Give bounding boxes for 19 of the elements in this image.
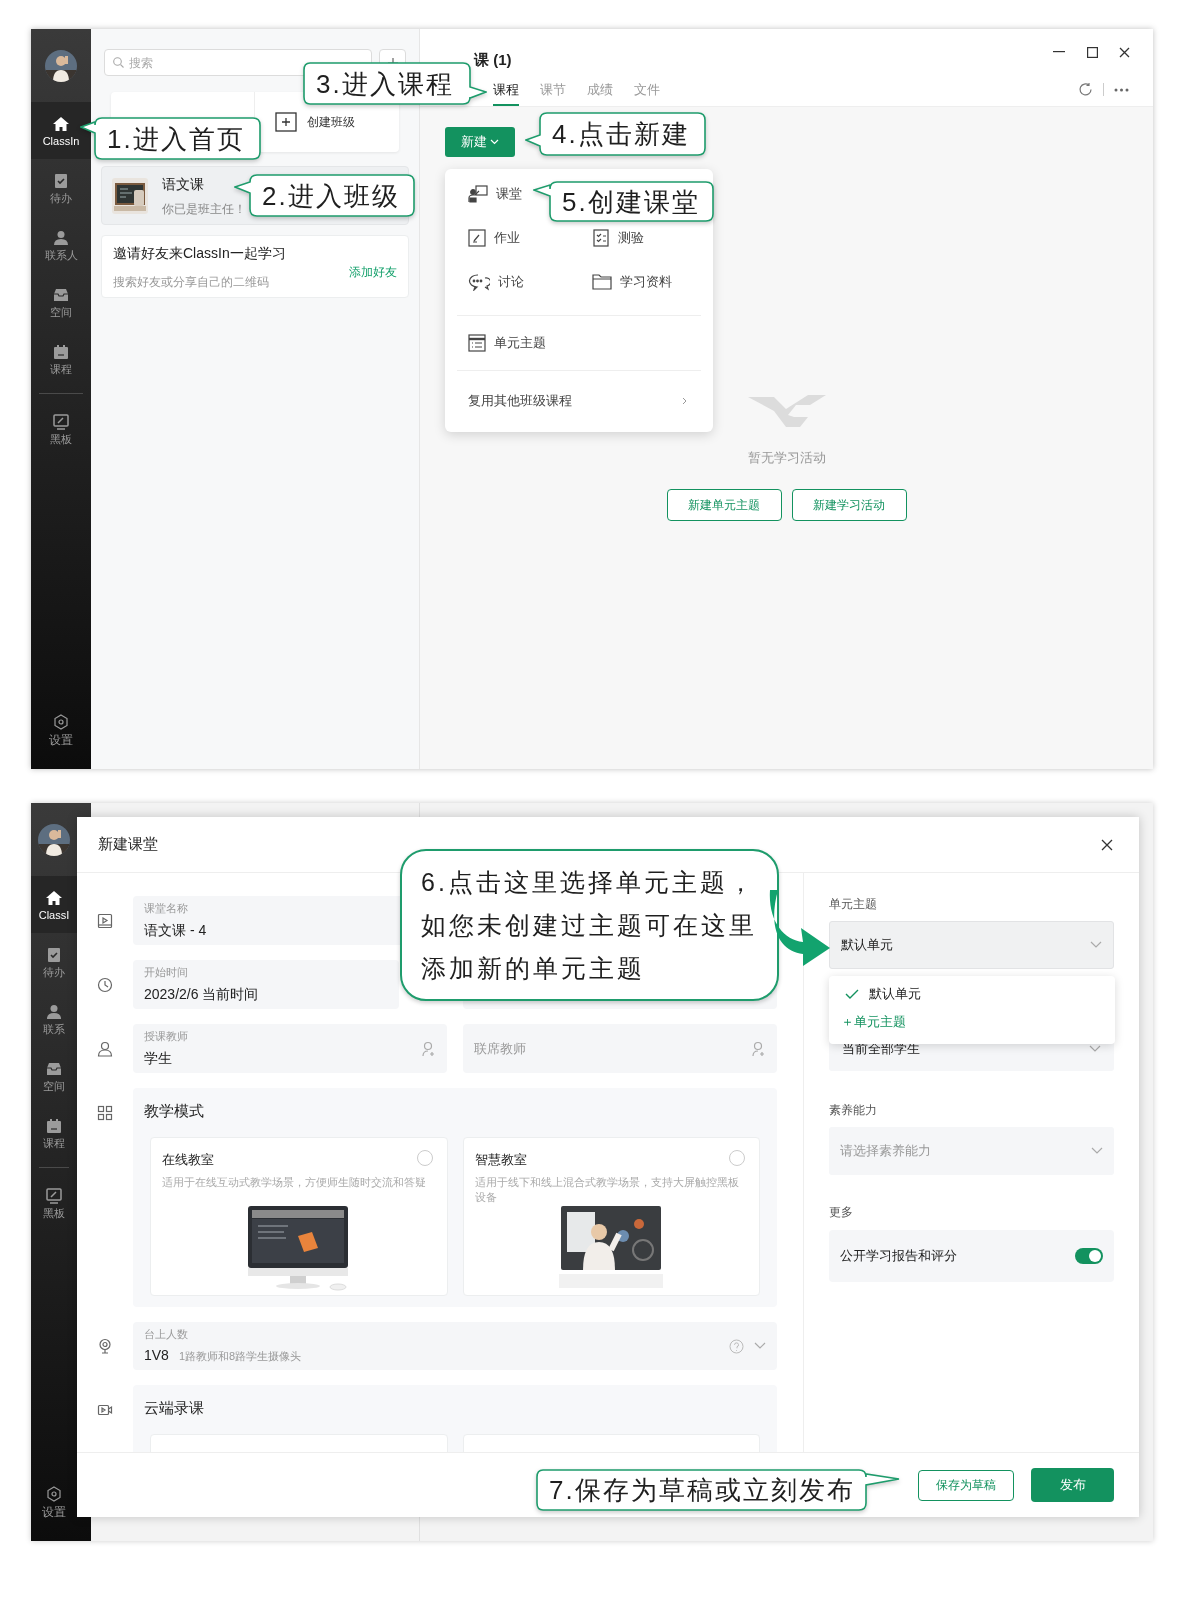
section-title: 云端录课 — [144, 1398, 205, 1418]
callout-text: 添加新的单元主题 — [421, 953, 645, 984]
invite-title: 邀请好友来ClassIn一起学习 — [113, 243, 287, 263]
class-subtitle: 你已是班主任！ — [162, 200, 246, 218]
empty-message: 暂无学习活动 — [747, 449, 826, 467]
class-name: 语文课 — [162, 174, 205, 194]
field-label: 更多 — [829, 1204, 854, 1220]
dialog-title: 新建课堂 — [98, 834, 158, 855]
invite-subtitle: 搜索好友或分享自己的二维码 — [113, 273, 270, 291]
callout-text: 如您未创建过主题可在这里 — [421, 910, 757, 941]
callout-tooltip: 4.点击新建 — [525, 112, 706, 156]
toggle-label: 公开学习报告和评分 — [840, 1247, 957, 1266]
section-title: 教学模式 — [144, 1101, 205, 1121]
callout-tooltip: 7.保存为草稿或立刻发布 — [536, 1469, 900, 1511]
field-label: 素养能力 — [829, 1102, 878, 1118]
callout-tooltip: 1.进入首页 — [80, 117, 261, 160]
callout-tooltip: 5.创建课堂 — [533, 181, 714, 222]
callout-text: 6.点击这里选择单元主题， — [421, 867, 756, 898]
field-label: 单元主题 — [829, 896, 878, 912]
